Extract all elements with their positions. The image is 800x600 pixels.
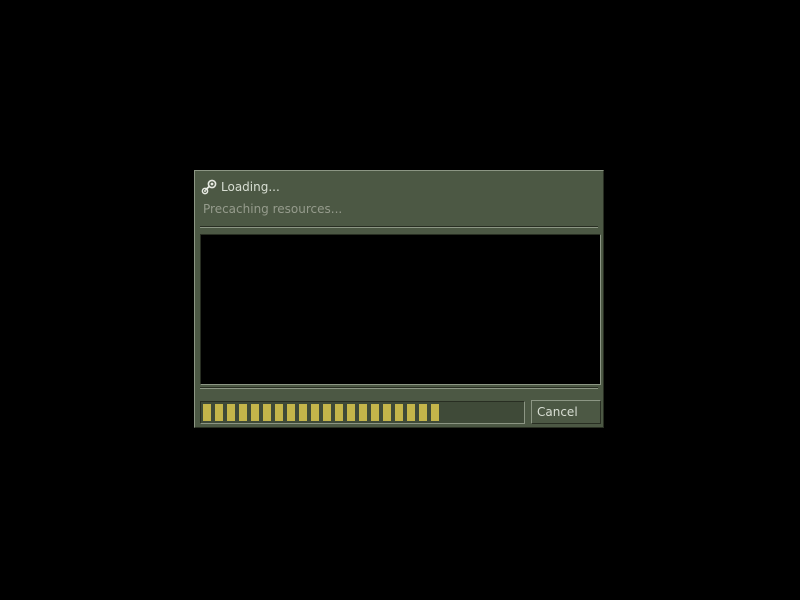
divider: [200, 387, 598, 389]
progress-block: [251, 404, 259, 421]
steam-icon: [201, 179, 217, 195]
progress-block: [395, 404, 403, 421]
progress-block: [275, 404, 283, 421]
progress-fill: [203, 404, 443, 421]
progress-block: [359, 404, 367, 421]
content-panel: [200, 234, 601, 385]
progress-block: [383, 404, 391, 421]
dialog-title-row: Loading...: [201, 179, 280, 195]
progress-block: [335, 404, 343, 421]
progress-block: [371, 404, 379, 421]
progress-block: [431, 404, 439, 421]
status-message: Precaching resources...: [203, 202, 343, 216]
loading-dialog: Loading... Precaching resources... Cance…: [194, 170, 604, 428]
divider: [200, 226, 598, 228]
progress-block: [239, 404, 247, 421]
progress-block: [311, 404, 319, 421]
progress-block: [419, 404, 427, 421]
progress-block: [203, 404, 211, 421]
dialog-title: Loading...: [221, 180, 280, 194]
progress-block: [215, 404, 223, 421]
progress-block: [323, 404, 331, 421]
progress-block: [347, 404, 355, 421]
progress-bar: [200, 401, 525, 424]
progress-block: [287, 404, 295, 421]
cancel-button[interactable]: Cancel: [531, 400, 601, 424]
progress-block: [227, 404, 235, 421]
progress-block: [263, 404, 271, 421]
progress-block: [299, 404, 307, 421]
progress-block: [407, 404, 415, 421]
